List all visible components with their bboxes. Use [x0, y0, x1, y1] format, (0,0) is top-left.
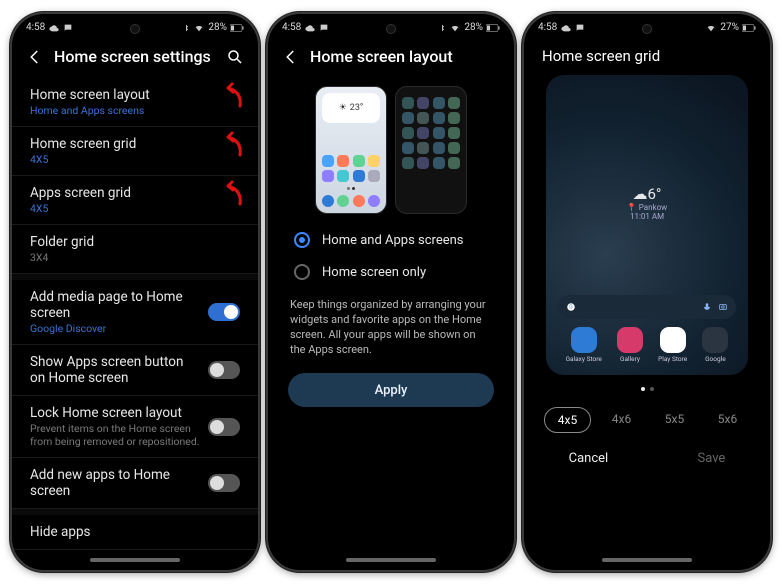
toggle-add-new-apps[interactable]: Add new apps to Home screen: [12, 458, 258, 509]
msg-icon: [319, 23, 329, 33]
wifi-icon: [705, 23, 717, 33]
grid-preview[interactable]: ☁6° 📍 Pankow 11:01 AM G Galaxy Store Gal…: [546, 75, 748, 375]
radio-icon[interactable]: [294, 264, 310, 280]
setting-hide-apps[interactable]: Hide apps: [12, 515, 258, 550]
preview-home: ☀23°: [315, 86, 387, 214]
google-search-bar[interactable]: G: [558, 295, 736, 319]
grid-option-4x6[interactable]: 4x6: [599, 407, 644, 433]
back-icon[interactable]: [26, 48, 44, 66]
app-gallery[interactable]: Gallery: [617, 327, 643, 363]
setting-folder-grid[interactable]: Folder grid 3X4: [12, 225, 258, 274]
layout-description: Keep things organized by arranging your …: [268, 288, 514, 369]
battery-pct: 27%: [720, 22, 739, 33]
battery-pct: 28%: [208, 22, 227, 33]
save-button[interactable]: Save: [698, 451, 726, 466]
grid-size-options: 4x5 4x6 5x5 5x6: [524, 397, 770, 439]
cancel-button[interactable]: Cancel: [569, 451, 609, 466]
weather-widget-icon: ☀23°: [322, 93, 380, 123]
battery-icon: [230, 24, 244, 32]
clock: 4:58: [26, 22, 45, 33]
apply-button[interactable]: Apply: [288, 373, 494, 407]
lens-icon[interactable]: [718, 302, 728, 312]
battery-pct: 28%: [464, 22, 483, 33]
switch[interactable]: [208, 303, 240, 321]
radio-icon[interactable]: [294, 232, 310, 248]
annotation-arrow-icon: [220, 131, 244, 157]
google-icon: G: [566, 302, 576, 312]
dock: Galaxy Store Gallery Play Store Google: [558, 327, 736, 363]
msg-icon: [63, 23, 73, 33]
preview-apps: [395, 86, 467, 214]
page-indicator: [524, 381, 770, 397]
toggle-lock-layout[interactable]: Lock Home screen layout Prevent items on…: [12, 396, 258, 458]
header: Home screen layout: [268, 37, 514, 78]
clock: 4:58: [282, 22, 301, 33]
search-icon[interactable]: [226, 48, 244, 66]
wifi-icon: [449, 23, 461, 33]
header: Home screen settings: [12, 37, 258, 78]
toggle-apps-button[interactable]: Show Apps screen button on Home screen: [12, 345, 258, 396]
switch[interactable]: [208, 361, 240, 379]
page-title: Home screen grid: [524, 37, 770, 73]
switch[interactable]: [208, 418, 240, 436]
annotation-arrow-icon: [220, 82, 244, 108]
page-title: Home screen settings: [54, 47, 216, 66]
option-home-and-apps[interactable]: Home and Apps screens: [268, 224, 514, 256]
battery-icon: [486, 24, 500, 32]
back-icon[interactable]: [282, 48, 300, 66]
mic-icon[interactable]: [702, 302, 712, 312]
app-google-folder[interactable]: Google: [702, 327, 728, 363]
action-bar: Cancel Save: [524, 439, 770, 472]
battery-icon: [742, 24, 756, 32]
phone-grid: 4:58 27% Home screen grid ☁6° 📍 Pankow 1…: [522, 12, 772, 572]
nav-bar[interactable]: [524, 556, 770, 570]
nav-bar[interactable]: [268, 556, 514, 570]
camera-notch: [386, 24, 396, 34]
msg-icon: [575, 23, 585, 33]
switch[interactable]: [208, 474, 240, 492]
nav-bar[interactable]: [12, 556, 258, 570]
option-home-only[interactable]: Home screen only: [268, 256, 514, 288]
wifi-icon: [193, 23, 205, 33]
grid-option-5x6[interactable]: 5x6: [705, 407, 750, 433]
clock: 4:58: [538, 22, 557, 33]
phone-layout: 4:58 28% Home screen layout ☀23°: [266, 12, 516, 572]
toggle-media-page[interactable]: Add media page to Home screen Google Dis…: [12, 280, 258, 345]
annotation-arrow-icon: [220, 180, 244, 206]
weather-widget: ☁6° 📍 Pankow 11:01 AM: [627, 185, 667, 221]
cloud-icon: [561, 23, 571, 33]
grid-option-5x5[interactable]: 5x5: [652, 407, 697, 433]
camera-notch: [130, 24, 140, 34]
cloud-icon: [49, 23, 59, 33]
app-play-store[interactable]: Play Store: [658, 327, 687, 363]
cloud-icon: [305, 23, 315, 33]
grid-option-4x5[interactable]: 4x5: [544, 407, 591, 433]
page-title: Home screen layout: [310, 47, 500, 66]
bt-icon: [182, 23, 190, 33]
app-galaxy-store[interactable]: Galaxy Store: [566, 327, 602, 363]
camera-notch: [642, 24, 652, 34]
bt-icon: [438, 23, 446, 33]
layout-preview: ☀23°: [268, 78, 514, 224]
phone-settings: 4:58 28% Home screen settings Home scree…: [10, 12, 260, 572]
svg-text:G: G: [569, 305, 573, 311]
